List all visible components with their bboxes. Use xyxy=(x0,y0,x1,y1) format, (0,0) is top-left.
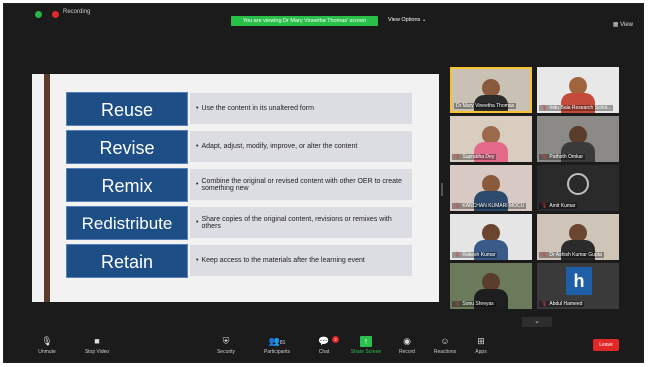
term-description: • Keep access to the materials after the … xyxy=(190,245,412,276)
record-button[interactable]: ◉ Record xyxy=(395,336,419,355)
security-label: Security xyxy=(216,349,236,355)
security-shield-icon[interactable] xyxy=(35,11,42,18)
share-screen-icon: ↑ xyxy=(360,336,372,347)
share-screen-button[interactable]: ↑ Share Screen xyxy=(347,336,385,355)
unmute-button[interactable]: 🎙 Unmute xyxy=(32,336,62,355)
muted-mic-icon: 🎙 xyxy=(541,203,548,209)
video-tile[interactable]: Dr Mary Vineetha Thomas xyxy=(450,67,532,113)
chat-label: Chat xyxy=(318,349,330,355)
muted-mic-icon: 🎙 xyxy=(454,203,461,209)
video-tile[interactable]: 🎙 Amit Kumar xyxy=(537,165,619,211)
chat-icon: 💬 2 xyxy=(313,336,339,347)
muted-mic-icon: 🎙 xyxy=(541,252,548,258)
participant-name: 🎙 Rakesh Kumar xyxy=(452,252,498,258)
term-pill: Reuse xyxy=(66,92,188,126)
muted-mic-icon: 🎙 xyxy=(454,154,461,160)
chat-button[interactable]: 💬 2 Chat xyxy=(313,336,339,355)
security-button[interactable]: ⛨ Security xyxy=(210,336,242,355)
video-tile[interactable]: h 🎙 Abdul Hameed xyxy=(537,263,619,309)
chevron-down-icon: ⌄ xyxy=(534,318,540,325)
participant-name: 🎙 Sonu Shreyas xyxy=(452,301,496,307)
participant-name: 🎙 Abdul Hameed xyxy=(539,301,585,307)
zoom-window: Recording You are viewing Dr Mary Vineet… xyxy=(3,3,644,363)
people-icon: 👥81 xyxy=(268,336,286,346)
view-label: View xyxy=(620,22,633,28)
term-description: • Adapt, adjust, modify, improve, or alte… xyxy=(190,131,412,162)
muted-mic-icon: 🎙 xyxy=(454,301,461,307)
term-pill: Revise xyxy=(66,130,188,164)
participants-count: 81 xyxy=(279,340,286,346)
shared-slide: Reuse • Use the content in its unaltered … xyxy=(32,74,439,302)
mic-icon: 🎙 xyxy=(41,336,53,346)
participant-name: 🎙 Dr Ashish Kumar Gupta xyxy=(539,252,604,258)
apps-button[interactable]: ⊞ Apps xyxy=(471,336,491,355)
muted-mic-icon: 🎙 xyxy=(541,154,548,160)
video-tile[interactable]: 🎙 KANCHAN KUMARI MOCU xyxy=(450,165,532,211)
grid-icon: ▦ xyxy=(612,22,621,28)
participant-name: 🎙 Indu Bala Research Schol... xyxy=(539,105,614,111)
leave-button[interactable]: Leave xyxy=(593,339,619,351)
term-description: • Share copies of the original content, r… xyxy=(190,207,412,238)
video-tile[interactable]: 🎙 Sonu Shreyas xyxy=(450,263,532,309)
video-tile[interactable]: 🎙 Rakesh Kumar xyxy=(450,214,532,260)
unmute-label: Unmute xyxy=(38,349,56,355)
muted-mic-icon: 🎙 xyxy=(454,252,461,258)
reactions-label: Reactions xyxy=(433,349,457,355)
video-tile[interactable]: 🎙 Indu Bala Research Schol... xyxy=(537,67,619,113)
video-tile[interactable]: 🎙 Dr Ashish Kumar Gupta xyxy=(537,214,619,260)
video-tile[interactable]: 🎙 Pathoth Omkar xyxy=(537,116,619,162)
video-tile[interactable]: 🎙 Suprabha Dey xyxy=(450,116,532,162)
recording-label: Recording xyxy=(63,9,91,15)
term-pill: Redistribute xyxy=(66,206,188,240)
term-description: • Use the content in its unaltered form xyxy=(190,93,412,124)
viewing-banner: You are viewing Dr Mary Vineetha Thomas'… xyxy=(231,16,378,26)
shield-icon: ⛨ xyxy=(222,336,230,346)
participant-name: 🎙 Suprabha Dey xyxy=(452,154,497,160)
muted-mic-icon: 🎙 xyxy=(541,105,548,111)
participants-label: Participants xyxy=(263,349,291,355)
view-options-button[interactable]: View Options ⌄ xyxy=(388,17,426,23)
video-icon: ■ xyxy=(94,336,100,346)
term-pill: Retain xyxy=(66,244,188,278)
gallery-scroll-down-button[interactable]: ⌄ xyxy=(522,317,552,327)
term-pill: Remix xyxy=(66,168,188,202)
recording-dot-icon xyxy=(52,11,59,18)
view-button[interactable]: ▦ View xyxy=(613,21,633,28)
avatar: h xyxy=(566,267,592,295)
term-description: • Combine the original or revised content… xyxy=(190,169,412,200)
meeting-toolbar: 🎙 Unmute ■ Stop Video ⛨ Security 👥81 Partici… xyxy=(4,332,643,362)
avatar xyxy=(567,173,589,195)
muted-mic-icon: 🎙 xyxy=(541,301,548,307)
share-screen-label: Share Screen xyxy=(350,349,382,355)
participants-button[interactable]: 👥81 Participants xyxy=(256,336,298,355)
record-label: Record xyxy=(398,349,416,355)
reactions-button[interactable]: ☺ Reactions xyxy=(431,336,459,355)
participant-name: Dr Mary Vineetha Thomas xyxy=(454,103,517,109)
top-bar: Recording You are viewing Dr Mary Vineet… xyxy=(4,4,643,28)
participant-name: 🎙 KANCHAN KUMARI MOCU xyxy=(452,203,527,209)
split-divider-handle[interactable] xyxy=(441,183,443,196)
stop-video-label: Stop Video xyxy=(84,349,110,355)
apps-label: Apps xyxy=(475,349,487,355)
smile-icon: ☺ xyxy=(440,336,450,346)
slide-accent-bar xyxy=(44,74,50,302)
participant-name: 🎙 Pathoth Omkar xyxy=(539,154,585,160)
record-icon: ◉ xyxy=(403,336,411,346)
apps-icon: ⊞ xyxy=(477,336,485,346)
stop-video-button[interactable]: ■ Stop Video xyxy=(80,336,114,355)
participant-name: 🎙 Amit Kumar xyxy=(539,203,578,209)
chat-badge: 2 xyxy=(332,336,339,343)
